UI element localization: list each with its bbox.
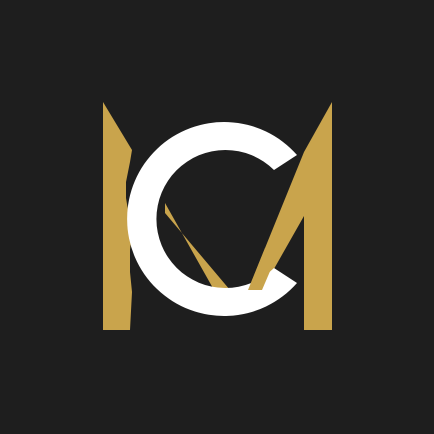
m-right-leg [304, 102, 332, 330]
m-inner-v [165, 152, 304, 290]
app-icon [0, 0, 434, 434]
mc-monogram-logo-icon [103, 102, 332, 330]
c-letter [127, 122, 297, 316]
